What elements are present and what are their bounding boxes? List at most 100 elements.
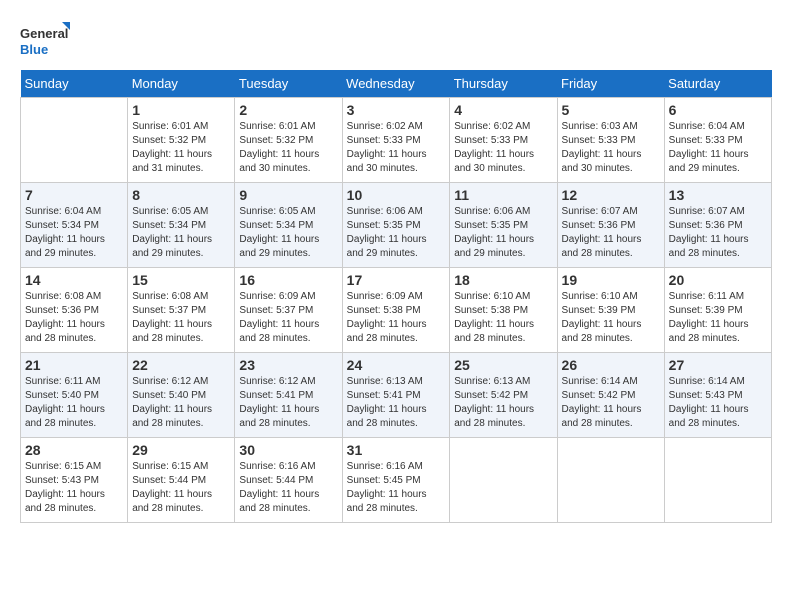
day-number: 8: [132, 187, 230, 203]
day-info: Sunrise: 6:11 AMSunset: 5:39 PMDaylight:…: [669, 290, 767, 346]
calendar-cell: [450, 438, 557, 523]
day-number: 7: [25, 187, 123, 203]
day-number: 19: [562, 272, 660, 288]
day-info: Sunrise: 6:02 AMSunset: 5:33 PMDaylight:…: [454, 120, 552, 176]
calendar-cell: 8Sunrise: 6:05 AMSunset: 5:34 PMDaylight…: [128, 183, 235, 268]
calendar-cell: 1 Sunrise: 6:01 AMSunset: 5:32 PMDaylight…: [128, 98, 235, 183]
calendar-cell: 29 Sunrise: 6:15 AMSunset: 5:44 PMDayligh…: [128, 438, 235, 523]
calendar-cell: 3 Sunrise: 6:02 AMSunset: 5:33 PMDaylight…: [342, 98, 450, 183]
calendar-cell: 21 Sunrise: 6:11 AMSunset: 5:40 PMDayligh…: [21, 353, 128, 438]
calendar: SundayMondayTuesdayWednesdayThursdayFrid…: [20, 70, 772, 523]
day-info: Sunrise: 6:01 AMSunset: 5:32 PMDaylight:…: [132, 120, 230, 176]
calendar-cell: [557, 438, 664, 523]
day-number: 26: [562, 357, 660, 373]
calendar-cell: 24 Sunrise: 6:13 AMSunset: 5:41 PMDayligh…: [342, 353, 450, 438]
day-number: 25: [454, 357, 552, 373]
day-number: 27: [669, 357, 767, 373]
day-number: 18: [454, 272, 552, 288]
day-number: 24: [347, 357, 446, 373]
calendar-cell: 17 Sunrise: 6:09 AMSunset: 5:38 PMDayligh…: [342, 268, 450, 353]
calendar-cell: 15Sunrise: 6:08 AMSunset: 5:37 PMDayligh…: [128, 268, 235, 353]
day-number: 11: [454, 187, 552, 203]
calendar-cell: 31 Sunrise: 6:16 AMSunset: 5:45 PMDayligh…: [342, 438, 450, 523]
day-info: Sunrise: 6:09 AMSunset: 5:37 PMDaylight:…: [239, 290, 337, 346]
day-info: Sunrise: 6:16 AMSunset: 5:45 PMDaylight:…: [347, 460, 446, 516]
weekday-header-wednesday: Wednesday: [342, 70, 450, 98]
day-info: Sunrise: 6:11 AMSunset: 5:40 PMDaylight:…: [25, 375, 123, 431]
day-number: 5: [562, 102, 660, 118]
calendar-cell: 14 Sunrise: 6:08 AMSunset: 5:36 PMDayligh…: [21, 268, 128, 353]
weekday-header-monday: Monday: [128, 70, 235, 98]
weekday-header-friday: Friday: [557, 70, 664, 98]
svg-text:Blue: Blue: [20, 42, 48, 57]
day-info: Sunrise: 6:16 AMSunset: 5:44 PMDaylight:…: [239, 460, 337, 516]
day-info: Sunrise: 6:10 AMSunset: 5:39 PMDaylight:…: [562, 290, 660, 346]
calendar-cell: 10 Sunrise: 6:06 AMSunset: 5:35 PMDayligh…: [342, 183, 450, 268]
week-row-4: 21 Sunrise: 6:11 AMSunset: 5:40 PMDayligh…: [21, 353, 772, 438]
day-number: 13: [669, 187, 767, 203]
day-number: 12: [562, 187, 660, 203]
day-info: Sunrise: 6:14 AMSunset: 5:42 PMDaylight:…: [562, 375, 660, 431]
day-info: Sunrise: 6:08 AMSunset: 5:36 PMDaylight:…: [25, 290, 123, 346]
weekday-header-saturday: Saturday: [664, 70, 771, 98]
day-number: 28: [25, 442, 123, 458]
day-info: Sunrise: 6:07 AMSunset: 5:36 PMDaylight:…: [669, 205, 767, 261]
calendar-cell: 19 Sunrise: 6:10 AMSunset: 5:39 PMDayligh…: [557, 268, 664, 353]
day-number: 16: [239, 272, 337, 288]
day-info: Sunrise: 6:03 AMSunset: 5:33 PMDaylight:…: [562, 120, 660, 176]
day-info: Sunrise: 6:04 AMSunset: 5:34 PMDaylight:…: [25, 205, 123, 261]
day-info: Sunrise: 6:09 AMSunset: 5:38 PMDaylight:…: [347, 290, 446, 346]
calendar-cell: 11Sunrise: 6:06 AMSunset: 5:35 PMDayligh…: [450, 183, 557, 268]
day-number: 29: [132, 442, 230, 458]
day-info: Sunrise: 6:13 AMSunset: 5:42 PMDaylight:…: [454, 375, 552, 431]
day-number: 30: [239, 442, 337, 458]
day-number: 14: [25, 272, 123, 288]
calendar-cell: 5 Sunrise: 6:03 AMSunset: 5:33 PMDaylight…: [557, 98, 664, 183]
calendar-cell: [664, 438, 771, 523]
day-info: Sunrise: 6:07 AMSunset: 5:36 PMDaylight:…: [562, 205, 660, 261]
day-number: 20: [669, 272, 767, 288]
day-info: Sunrise: 6:05 AMSunset: 5:34 PMDaylight:…: [239, 205, 337, 261]
week-row-3: 14 Sunrise: 6:08 AMSunset: 5:36 PMDayligh…: [21, 268, 772, 353]
calendar-cell: 6Sunrise: 6:04 AMSunset: 5:33 PMDaylight…: [664, 98, 771, 183]
day-number: 1: [132, 102, 230, 118]
calendar-cell: 4 Sunrise: 6:02 AMSunset: 5:33 PMDaylight…: [450, 98, 557, 183]
day-number: 31: [347, 442, 446, 458]
day-number: 22: [132, 357, 230, 373]
day-number: 17: [347, 272, 446, 288]
logo-svg: General Blue: [20, 20, 70, 60]
week-row-5: 28Sunrise: 6:15 AMSunset: 5:43 PMDayligh…: [21, 438, 772, 523]
header: General Blue: [20, 20, 772, 60]
day-info: Sunrise: 6:08 AMSunset: 5:37 PMDaylight:…: [132, 290, 230, 346]
calendar-cell: 12 Sunrise: 6:07 AMSunset: 5:36 PMDayligh…: [557, 183, 664, 268]
day-number: 21: [25, 357, 123, 373]
week-row-2: 7 Sunrise: 6:04 AMSunset: 5:34 PMDaylight…: [21, 183, 772, 268]
day-info: Sunrise: 6:14 AMSunset: 5:43 PMDaylight:…: [669, 375, 767, 431]
day-info: Sunrise: 6:15 AMSunset: 5:44 PMDaylight:…: [132, 460, 230, 516]
calendar-cell: 25 Sunrise: 6:13 AMSunset: 5:42 PMDayligh…: [450, 353, 557, 438]
day-number: 9: [239, 187, 337, 203]
day-info: Sunrise: 6:04 AMSunset: 5:33 PMDaylight:…: [669, 120, 767, 176]
week-row-1: 1 Sunrise: 6:01 AMSunset: 5:32 PMDaylight…: [21, 98, 772, 183]
weekday-header-row: SundayMondayTuesdayWednesdayThursdayFrid…: [21, 70, 772, 98]
calendar-cell: 26 Sunrise: 6:14 AMSunset: 5:42 PMDayligh…: [557, 353, 664, 438]
calendar-cell: 27 Sunrise: 6:14 AMSunset: 5:43 PMDayligh…: [664, 353, 771, 438]
calendar-cell: 7 Sunrise: 6:04 AMSunset: 5:34 PMDaylight…: [21, 183, 128, 268]
day-number: 3: [347, 102, 446, 118]
calendar-cell: 23Sunrise: 6:12 AMSunset: 5:41 PMDayligh…: [235, 353, 342, 438]
day-number: 10: [347, 187, 446, 203]
svg-text:General: General: [20, 26, 68, 41]
weekday-header-thursday: Thursday: [450, 70, 557, 98]
day-info: Sunrise: 6:02 AMSunset: 5:33 PMDaylight:…: [347, 120, 446, 176]
logo: General Blue: [20, 20, 70, 60]
day-number: 2: [239, 102, 337, 118]
day-info: Sunrise: 6:06 AMSunset: 5:35 PMDaylight:…: [347, 205, 446, 261]
calendar-cell: 16 Sunrise: 6:09 AMSunset: 5:37 PMDayligh…: [235, 268, 342, 353]
weekday-header-tuesday: Tuesday: [235, 70, 342, 98]
day-number: 4: [454, 102, 552, 118]
day-info: Sunrise: 6:12 AMSunset: 5:40 PMDaylight:…: [132, 375, 230, 431]
calendar-cell: 28Sunrise: 6:15 AMSunset: 5:43 PMDayligh…: [21, 438, 128, 523]
calendar-cell: 2Sunrise: 6:01 AMSunset: 5:32 PMDaylight…: [235, 98, 342, 183]
calendar-cell: [21, 98, 128, 183]
day-info: Sunrise: 6:13 AMSunset: 5:41 PMDaylight:…: [347, 375, 446, 431]
